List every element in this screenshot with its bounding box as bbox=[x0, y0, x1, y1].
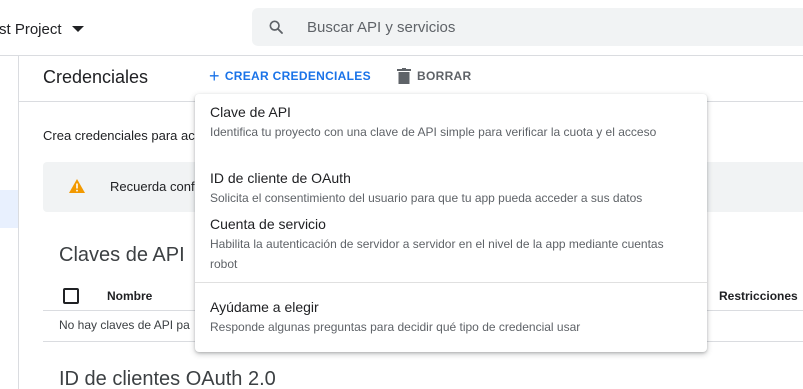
warning-text: Recuerda confi bbox=[110, 179, 198, 194]
oauth-clients-title: ID de clientes OAuth 2.0 bbox=[59, 368, 276, 389]
create-credentials-menu: Clave de API Identifica tu proyecto con … bbox=[195, 94, 707, 352]
project-picker[interactable]: rst Project bbox=[0, 17, 84, 41]
intro-text: Crea credenciales para acc bbox=[43, 128, 202, 143]
top-bar: rst Project bbox=[0, 0, 803, 56]
delete-button[interactable]: BORRAR bbox=[397, 68, 471, 84]
column-header-restrictions: Restricciones bbox=[719, 289, 798, 303]
delete-label: BORRAR bbox=[417, 69, 472, 83]
select-all-checkbox[interactable] bbox=[63, 288, 79, 304]
api-keys-title: Claves de API bbox=[59, 244, 185, 266]
menu-item-service-account[interactable]: Cuenta de servicio Habilita la autentica… bbox=[195, 216, 707, 274]
column-header-name: Nombre bbox=[107, 289, 153, 303]
empty-table-message: No hay claves de API pa bbox=[59, 318, 190, 332]
left-nav-active-item[interactable] bbox=[0, 190, 18, 228]
create-credentials-button[interactable]: + CREAR CREDENCIALES bbox=[209, 66, 371, 86]
menu-divider bbox=[195, 282, 707, 283]
menu-item-help-me-choose[interactable]: Ayúdame a elegir Responde algunas pregun… bbox=[195, 299, 707, 339]
menu-item-title: Ayúdame a elegir bbox=[210, 299, 319, 315]
project-name: rst Project bbox=[0, 20, 62, 38]
menu-item-title: ID de cliente de OAuth bbox=[210, 170, 351, 186]
plus-icon: + bbox=[209, 66, 220, 86]
create-credentials-label: CREAR CREDENCIALES bbox=[224, 69, 371, 83]
search-bar[interactable] bbox=[252, 8, 803, 46]
menu-item-api-key[interactable]: Clave de API Identifica tu proyecto con … bbox=[195, 104, 707, 162]
menu-item-title: Cuenta de servicio bbox=[210, 216, 326, 232]
page-title: Credenciales bbox=[43, 67, 149, 87]
menu-item-description: Solicita el consentimiento del usuario p… bbox=[210, 191, 643, 205]
menu-item-title: Clave de API bbox=[210, 104, 291, 120]
search-input[interactable] bbox=[307, 8, 787, 46]
menu-item-description: Identifica tu proyecto con una clave de … bbox=[210, 125, 657, 139]
trash-icon bbox=[397, 68, 411, 84]
menu-item-description: Habilita la autenticación de servidor a … bbox=[210, 237, 664, 271]
menu-item-description: Responde algunas preguntas para decidir … bbox=[210, 320, 581, 334]
warning-icon bbox=[69, 179, 85, 193]
search-icon bbox=[269, 20, 283, 34]
menu-item-oauth-client-id[interactable]: ID de cliente de OAuth Solicita el conse… bbox=[195, 170, 707, 208]
caret-down-icon bbox=[71, 26, 84, 32]
